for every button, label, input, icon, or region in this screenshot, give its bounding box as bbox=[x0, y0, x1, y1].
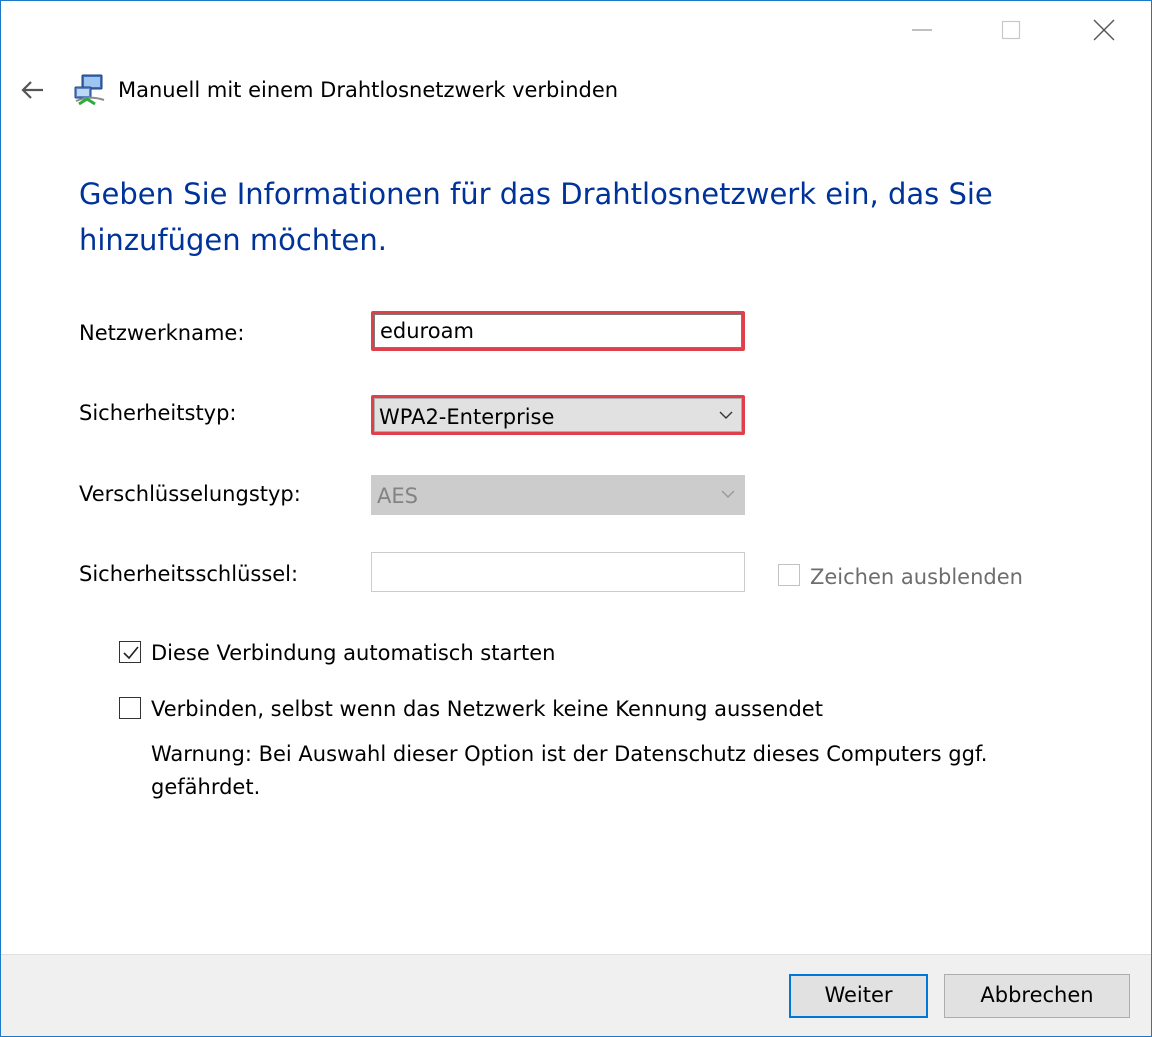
back-button[interactable] bbox=[15, 75, 49, 105]
button-bar: Weiter Abbrechen bbox=[1, 954, 1151, 1036]
encryption-type-label: Verschlüsselungstyp: bbox=[79, 482, 301, 506]
hide-characters-label: Zeichen ausblenden bbox=[810, 565, 1023, 589]
auto-start-checkbox[interactable] bbox=[119, 641, 141, 663]
wizard-title: Manuell mit einem Drahtlosnetzwerk verbi… bbox=[118, 78, 619, 102]
next-button[interactable]: Weiter bbox=[789, 974, 928, 1018]
instruction-heading: Geben Sie Informationen für das Drahtlos… bbox=[79, 177, 993, 257]
security-type-dropdown[interactable]: WPA2-Enterprise bbox=[371, 395, 745, 435]
network-name-input[interactable] bbox=[374, 314, 742, 348]
network-name-label: Netzwerkname: bbox=[79, 321, 245, 345]
auto-start-label[interactable]: Diese Verbindung automatisch starten bbox=[151, 639, 555, 667]
network-wizard-icon bbox=[73, 73, 107, 107]
connect-hidden-network-label[interactable]: Verbinden, selbst wenn das Netzwerk kein… bbox=[151, 695, 823, 723]
close-icon bbox=[1093, 19, 1115, 41]
security-type-label: Sicherheitstyp: bbox=[79, 401, 237, 425]
chevron-down-icon bbox=[721, 490, 735, 498]
cancel-button[interactable]: Abbrechen bbox=[944, 974, 1130, 1018]
close-button[interactable] bbox=[1081, 7, 1127, 53]
minimize-icon bbox=[912, 29, 932, 31]
security-key-input[interactable] bbox=[372, 553, 744, 591]
checkmark-icon bbox=[123, 646, 139, 660]
encryption-type-dropdown: AES bbox=[371, 475, 745, 515]
network-name-field-highlight bbox=[371, 311, 745, 351]
connect-hidden-network-checkbox[interactable] bbox=[119, 697, 141, 719]
encryption-type-value: AES bbox=[377, 484, 418, 508]
security-key-label: Sicherheitsschlüssel: bbox=[79, 562, 299, 586]
security-type-select[interactable]: WPA2-Enterprise bbox=[374, 398, 742, 432]
maximize-icon bbox=[1001, 20, 1021, 40]
dialog-window: Manuell mit einem Drahtlosnetzwerk verbi… bbox=[0, 0, 1152, 1037]
maximize-button[interactable] bbox=[988, 7, 1034, 53]
back-arrow-icon bbox=[21, 81, 43, 99]
minimize-button[interactable] bbox=[899, 7, 945, 53]
security-type-value: WPA2-Enterprise bbox=[379, 405, 555, 429]
chevron-down-icon bbox=[719, 411, 733, 419]
security-key-field bbox=[371, 552, 745, 592]
hide-characters-checkbox[interactable] bbox=[778, 564, 800, 586]
privacy-warning-text: Warnung: Bei Auswahl dieser Option ist d… bbox=[151, 742, 988, 799]
